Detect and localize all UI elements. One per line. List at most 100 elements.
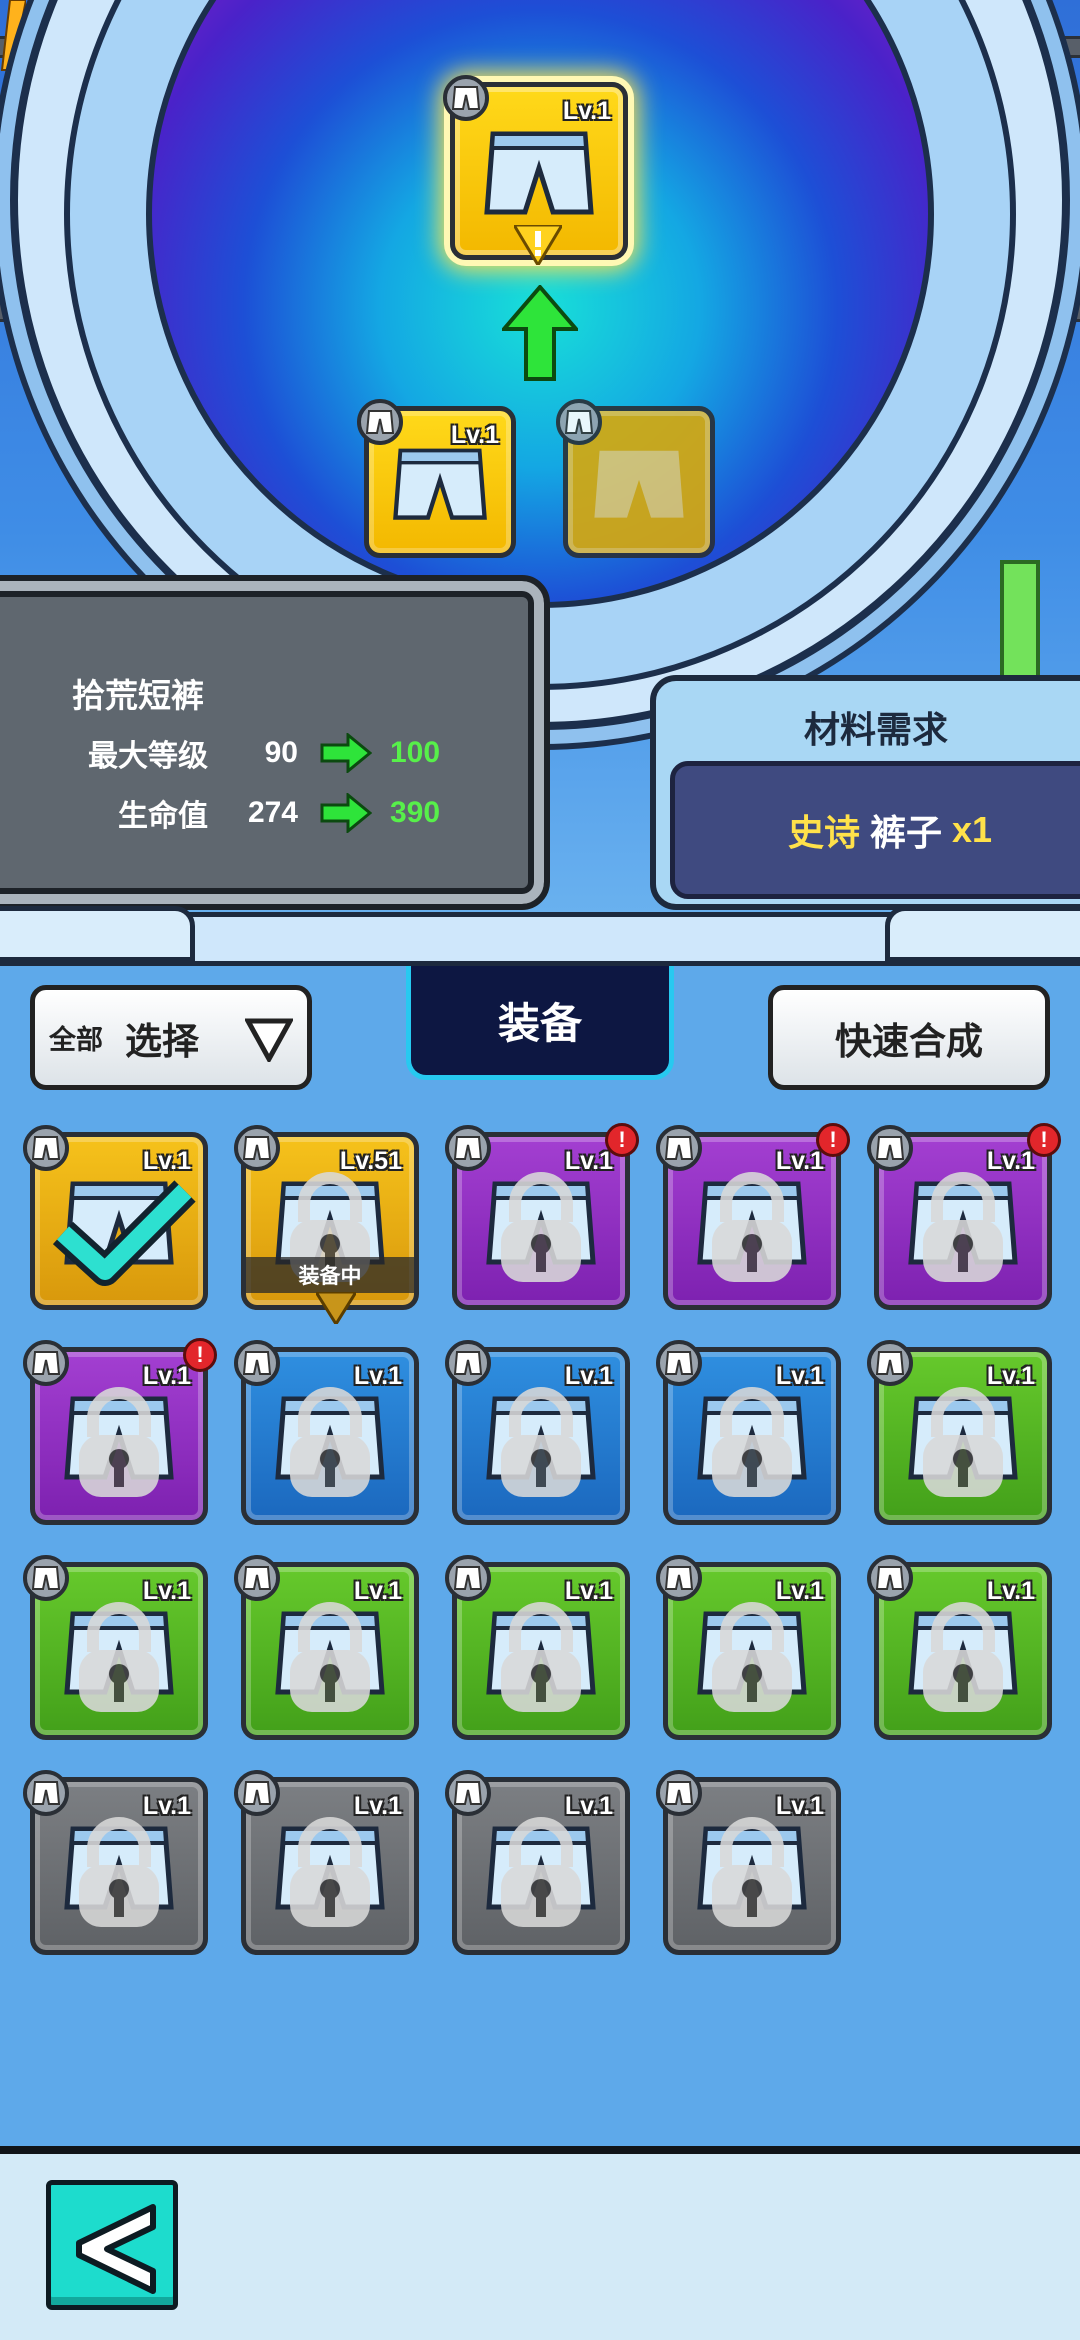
item-info-panel: 拾荒短裤 最大等级 90 100 生命值 274 390 xyxy=(0,575,550,910)
lock-icon xyxy=(290,1816,370,1927)
lock-icon xyxy=(923,1601,1003,1712)
shorts-icon xyxy=(23,1125,69,1171)
filter-all-label: 全部 xyxy=(49,1025,103,1055)
inventory-item-card[interactable]: Lv.1! xyxy=(445,1123,639,1310)
material-rarity: 史诗 xyxy=(787,812,860,853)
inventory-item-card[interactable]: Lv.1 xyxy=(234,1555,419,1740)
lock-icon xyxy=(501,1171,581,1282)
material-title: 材料需求 xyxy=(803,709,948,750)
inventory-item-card[interactable]: Lv.1 xyxy=(656,1555,841,1740)
shorts-icon xyxy=(867,1125,913,1171)
alert-badge-icon: ! xyxy=(1027,1123,1061,1157)
inventory-item-card[interactable]: Lv.1 xyxy=(867,1340,1052,1525)
shorts-icon xyxy=(23,1555,69,1601)
stat-label: 生命值 xyxy=(118,800,208,833)
material-item: 裤子 xyxy=(869,812,942,853)
lock-icon xyxy=(79,1816,159,1927)
inventory-item-card[interactable]: Lv.1 xyxy=(23,1125,208,1310)
merge-ingredient-card[interactable]: Lv.1 xyxy=(357,399,516,558)
lock-icon xyxy=(79,1386,159,1497)
shorts-silhouette-icon xyxy=(594,450,684,518)
lock-icon xyxy=(923,1171,1003,1282)
equipped-pointer-icon xyxy=(316,1292,356,1324)
alert-badge-icon: ! xyxy=(183,1338,217,1372)
alert-badge-icon: ! xyxy=(816,1123,850,1157)
inventory-item-card[interactable]: Lv.1 xyxy=(23,1555,208,1740)
shorts-icon xyxy=(357,399,403,445)
filter-dropdown[interactable]: 全部 选择 xyxy=(30,985,312,1090)
material-requirement: 史诗 裤子 x1 xyxy=(670,761,1080,899)
merge-material-slot[interactable] xyxy=(556,399,715,558)
inventory-item-card[interactable]: Lv.1 xyxy=(656,1770,841,1955)
inventory-item-card[interactable]: Lv.1! xyxy=(23,1338,217,1525)
shorts-icon xyxy=(656,1125,702,1171)
shorts-icon xyxy=(867,1555,913,1601)
lock-icon xyxy=(712,1601,792,1712)
inventory-item-card[interactable]: Lv.1 xyxy=(656,1340,841,1525)
ledge-cap xyxy=(885,906,1080,962)
back-arrow-icon xyxy=(76,2204,156,2294)
lock-icon xyxy=(712,1171,792,1282)
back-button[interactable] xyxy=(46,2180,178,2310)
inventory-item-card[interactable]: Lv.1! xyxy=(867,1123,1061,1310)
stat-row-hp: 生命值 274 390 xyxy=(58,791,440,835)
material-requirement-panel: 材料需求 史诗 裤子 x1 xyxy=(650,675,1080,910)
lock-icon xyxy=(923,1386,1003,1497)
alert-badge-icon: ! xyxy=(605,1123,639,1157)
lock-icon xyxy=(712,1816,792,1927)
equipped-label: 装备中 xyxy=(246,1257,414,1293)
quick-merge-button[interactable]: 快速合成 xyxy=(768,985,1050,1090)
ledge-cap xyxy=(0,906,195,962)
shorts-icon xyxy=(23,1340,69,1386)
tab-equipment[interactable]: 装备 xyxy=(406,966,674,1080)
checkmark-icon xyxy=(52,1180,196,1286)
shorts-icon xyxy=(445,1555,491,1601)
inventory-item-card[interactable]: Lv.1 xyxy=(445,1555,630,1740)
shorts-icon xyxy=(867,1340,913,1386)
inventory-item-card[interactable]: Lv.1 xyxy=(867,1555,1052,1740)
stat-row-max-level: 最大等级 90 100 xyxy=(58,731,440,775)
merge-arrow-up-icon xyxy=(502,285,578,381)
inventory-item-card[interactable]: Lv.1! xyxy=(656,1123,850,1310)
stat-current: 274 xyxy=(247,796,298,829)
lock-icon xyxy=(501,1816,581,1927)
arrow-right-icon xyxy=(320,733,372,773)
item-name: 拾荒短裤 xyxy=(72,677,204,714)
stat-upgraded: 100 xyxy=(390,736,441,769)
shorts-icon xyxy=(656,1555,702,1601)
lock-icon xyxy=(79,1601,159,1712)
stat-current: 90 xyxy=(264,736,298,769)
lock-icon xyxy=(501,1386,581,1497)
stat-upgraded: 390 xyxy=(390,796,441,829)
shorts-icon xyxy=(656,1340,702,1386)
shorts-icon xyxy=(234,1555,280,1601)
lock-icon xyxy=(712,1386,792,1497)
shorts-icon xyxy=(393,448,487,520)
shorts-icon xyxy=(445,1340,491,1386)
stat-label: 最大等级 xyxy=(88,740,208,773)
inventory-item-card[interactable]: Lv.1 xyxy=(445,1340,630,1525)
inventory-item-card[interactable]: Lv.1 xyxy=(23,1770,208,1955)
forge-scene: Lv.1 Lv.1 拾荒短裤 最大等级 90 100 生命值 274 390 材… xyxy=(0,0,1080,965)
lock-icon xyxy=(290,1601,370,1712)
shorts-icon xyxy=(484,131,594,215)
filter-select-label: 选择 xyxy=(125,1020,199,1062)
inventory-item-card[interactable]: Lv.51 装备中 xyxy=(234,1125,419,1324)
lock-icon xyxy=(290,1386,370,1497)
inventory-item-card[interactable]: Lv.1 xyxy=(445,1770,630,1955)
lock-icon xyxy=(501,1601,581,1712)
inventory-item-card[interactable]: Lv.1 xyxy=(234,1340,419,1525)
shorts-icon xyxy=(445,1770,491,1816)
inventory-item-card[interactable]: Lv.1 xyxy=(234,1770,419,1955)
warning-down-icon xyxy=(514,225,562,265)
shorts-icon xyxy=(234,1125,280,1171)
shorts-icon xyxy=(445,1125,491,1171)
shorts-icon xyxy=(656,1770,702,1816)
shorts-icon xyxy=(234,1340,280,1386)
shorts-icon xyxy=(23,1770,69,1816)
dropdown-triangle-icon xyxy=(245,1018,293,1062)
shorts-icon xyxy=(234,1770,280,1816)
shorts-icon xyxy=(556,399,602,445)
material-count: x1 xyxy=(951,809,993,850)
arrow-right-icon xyxy=(320,793,372,833)
